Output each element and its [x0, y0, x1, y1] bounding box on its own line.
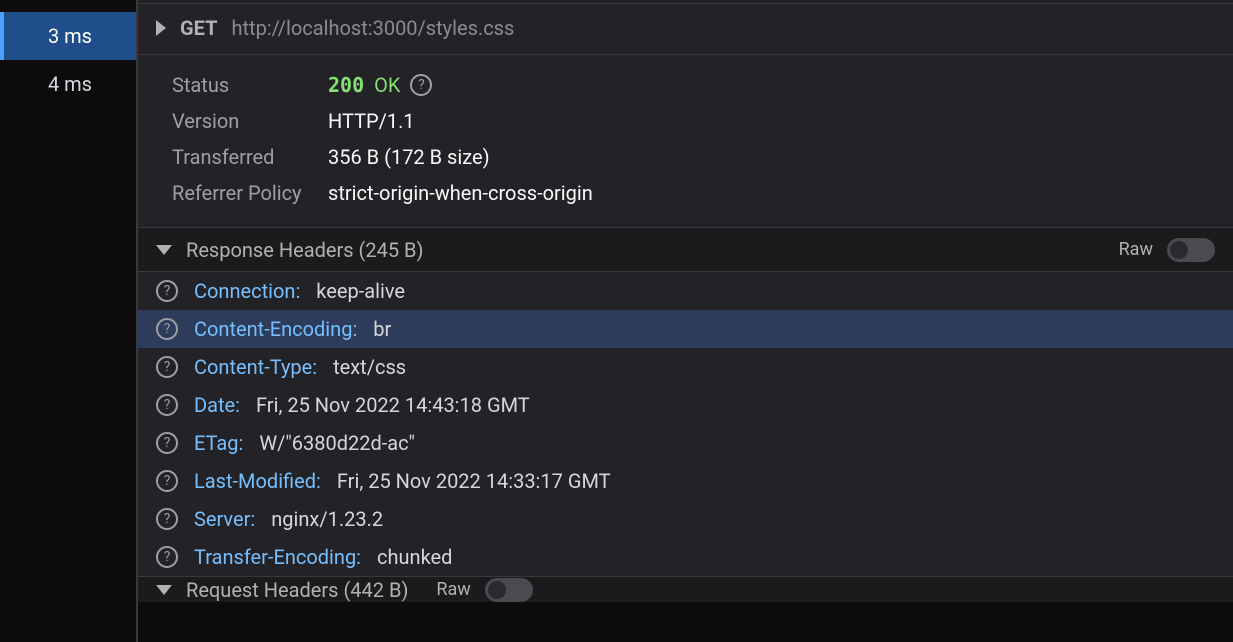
header-row[interactable]: ? Connection keep-alive — [138, 272, 1233, 310]
transferred-value: 356 B (172 B size) — [328, 145, 490, 169]
header-row[interactable]: ? Content-Type text/css — [138, 348, 1233, 386]
header-value: W/"6380d22d-ac" — [259, 431, 415, 455]
version-value: HTTP/1.1 — [328, 109, 415, 133]
header-value: chunked — [377, 545, 452, 569]
header-name: ETag — [194, 431, 243, 455]
request-url: http://localhost:3000/styles.css — [231, 16, 514, 40]
response-headers-list: ? Connection keep-alive? Content-Encoding br… — [138, 272, 1233, 576]
help-icon[interactable]: ? — [410, 74, 432, 96]
status-code: 200 — [328, 73, 364, 97]
help-icon[interactable]: ? — [156, 546, 178, 568]
timing-sidebar: 3 ms 4 ms — [0, 0, 138, 642]
timing-value: 4 ms — [48, 72, 92, 96]
header-row[interactable]: ? Server nginx/1.23.2 — [138, 500, 1233, 538]
header-value: br — [373, 317, 391, 341]
status-text: OK — [374, 73, 400, 97]
header-name: Server — [194, 507, 255, 531]
raw-label: Raw — [436, 579, 470, 600]
request-headers-bar[interactable]: Request Headers (442 B) Raw — [138, 576, 1233, 602]
help-icon[interactable]: ? — [156, 280, 178, 302]
response-headers-bar[interactable]: Response Headers (245 B) Raw — [138, 228, 1233, 272]
header-value: nginx/1.23.2 — [271, 507, 383, 531]
help-icon[interactable]: ? — [156, 394, 178, 416]
header-row[interactable]: ? Last-Modified Fri, 25 Nov 2022 14:33:17 … — [138, 462, 1233, 500]
help-icon[interactable]: ? — [156, 432, 178, 454]
timing-value: 3 ms — [48, 24, 92, 48]
section-title: Response Headers (245 B) — [186, 238, 423, 262]
help-icon[interactable]: ? — [156, 318, 178, 340]
timing-item[interactable]: 3 ms — [0, 12, 136, 60]
expand-icon — [156, 20, 166, 36]
timing-item[interactable]: 4 ms — [0, 60, 136, 108]
http-method: GET — [180, 16, 217, 40]
header-row[interactable]: ? Date Fri, 25 Nov 2022 14:43:18 GMT — [138, 386, 1233, 424]
raw-toggle[interactable] — [485, 578, 533, 602]
transferred-label: Transferred — [138, 145, 328, 169]
version-label: Version — [138, 109, 328, 133]
header-name: Content-Type — [194, 355, 317, 379]
summary-block: Status 200 OK ? Version HTTP/1.1 Transfe… — [138, 55, 1233, 228]
referrer-value: strict-origin-when-cross-origin — [328, 181, 593, 205]
header-value: Fri, 25 Nov 2022 14:33:17 GMT — [337, 469, 611, 493]
help-icon[interactable]: ? — [156, 508, 178, 530]
raw-label: Raw — [1119, 239, 1153, 260]
raw-toggle[interactable] — [1167, 238, 1215, 262]
header-name: Content-Encoding — [194, 317, 357, 341]
header-name: Connection — [194, 279, 300, 303]
header-value: keep-alive — [316, 279, 405, 303]
section-title: Request Headers (442 B) — [186, 578, 408, 602]
header-row[interactable]: ? Transfer-Encoding chunked — [138, 538, 1233, 576]
referrer-label: Referrer Policy — [138, 181, 328, 205]
collapse-icon — [156, 245, 172, 255]
header-name: Last-Modified — [194, 469, 321, 493]
header-row[interactable]: ? Content-Encoding br — [138, 310, 1233, 348]
status-label: Status — [138, 73, 328, 97]
header-value: Fri, 25 Nov 2022 14:43:18 GMT — [256, 393, 530, 417]
header-name: Date — [194, 393, 240, 417]
header-name: Transfer-Encoding — [194, 545, 361, 569]
help-icon[interactable]: ? — [156, 356, 178, 378]
collapse-icon — [156, 585, 172, 595]
help-icon[interactable]: ? — [156, 470, 178, 492]
header-row[interactable]: ? ETag W/"6380d22d-ac" — [138, 424, 1233, 462]
request-summary-row[interactable]: GET http://localhost:3000/styles.css — [138, 4, 1233, 55]
header-value: text/css — [333, 355, 406, 379]
